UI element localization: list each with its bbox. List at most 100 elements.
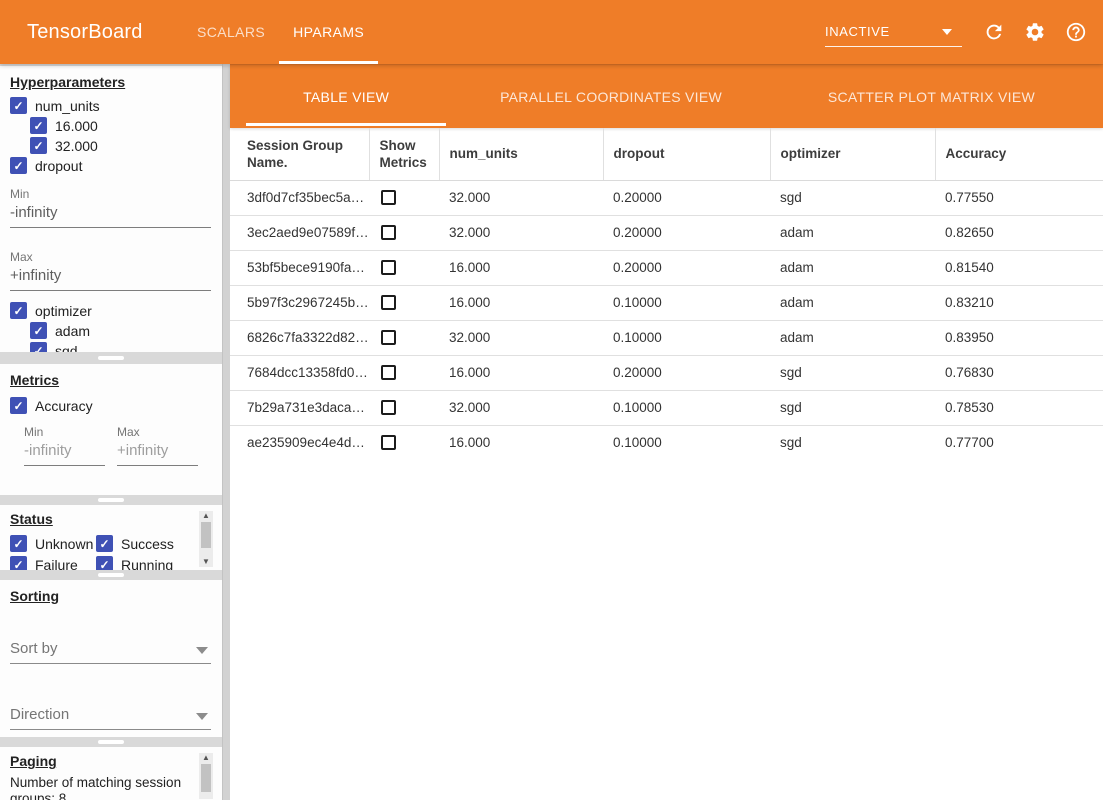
table-row: 7684dcc13358fd0… 16.000 0.20000 sgd 0.76… (230, 355, 1103, 390)
section-hyperparameters: Hyperparameters num_units 16.000 32.000 … (0, 66, 222, 352)
section-sorting: Sorting Sort by Direction (0, 580, 222, 737)
num-units-value: 16.000 (439, 285, 603, 320)
status-running-row: Running (96, 555, 212, 570)
metric-max-input[interactable] (117, 439, 198, 466)
table-row: 3ec2aed9e07589f… 32.000 0.20000 adam 0.8… (230, 215, 1103, 250)
direction-select[interactable]: Direction (10, 704, 211, 730)
tab-scalars[interactable]: SCALARS (183, 0, 279, 64)
sort-by-select[interactable]: Sort by (10, 638, 211, 664)
resize-handle[interactable] (98, 573, 124, 577)
status-options: Unknown Success Failure Running (10, 533, 212, 570)
section-paging: Paging Number of matching session groups… (0, 747, 222, 800)
hparam-optimizer-checkbox[interactable] (10, 302, 27, 319)
scroll-up-icon[interactable]: ▲ (199, 511, 213, 521)
hparam-num-units-checkbox[interactable] (10, 97, 27, 114)
status-scrollbar[interactable]: ▲ ▼ (199, 511, 213, 567)
direction-value: Direction (10, 706, 69, 723)
session-group-name: 53bf5bece9190fa… (230, 250, 369, 285)
status-failure-checkbox[interactable] (10, 556, 27, 570)
num-units-32-label: 32.000 (55, 138, 98, 154)
column-header-num-units[interactable]: num_units (439, 128, 603, 180)
show-metrics-checkbox[interactable] (381, 365, 396, 380)
column-header-accuracy[interactable]: Accuracy (935, 128, 1103, 180)
help-icon[interactable] (1065, 21, 1087, 43)
optimizer-value-row: sgd (30, 341, 212, 352)
dropout-min-input[interactable] (10, 201, 211, 228)
top-header: TensorBoard SCALARS HPARAMS INACTIVE (0, 0, 1103, 64)
gear-icon[interactable] (1024, 21, 1046, 43)
section-status: Status Unknown Success Failure Running ▲… (0, 505, 222, 570)
dropout-max-input[interactable] (10, 264, 211, 291)
dropout-value: 0.10000 (603, 390, 770, 425)
dropout-max-label: Max (10, 250, 211, 264)
optimizer-sgd-checkbox[interactable] (30, 342, 47, 352)
status-running-checkbox[interactable] (96, 556, 113, 570)
tab-hparams[interactable]: HPARAMS (279, 0, 378, 64)
table-row: 3df0d7cf35bec5a… 32.000 0.20000 sgd 0.77… (230, 180, 1103, 215)
scroll-up-icon[interactable]: ▲ (199, 753, 213, 763)
optimizer-value: adam (770, 285, 935, 320)
accuracy-value: 0.83950 (935, 320, 1103, 355)
num-units-32-checkbox[interactable] (30, 137, 47, 154)
optimizer-value: adam (770, 320, 935, 355)
num-units-value: 32.000 (439, 215, 603, 250)
tab-parallel-coordinates-view[interactable]: PARALLEL COORDINATES VIEW (462, 65, 760, 128)
main-nav-tabs: SCALARS HPARAMS (183, 0, 378, 64)
chevron-down-icon (196, 647, 208, 654)
table-row: 6826c7fa3322d82… 32.000 0.10000 adam 0.8… (230, 320, 1103, 355)
tab-scatter-plot-matrix-view[interactable]: SCATTER PLOT MATRIX VIEW (760, 65, 1103, 128)
metric-max-field: Max (117, 425, 198, 466)
accuracy-value: 0.77700 (935, 425, 1103, 460)
show-metrics-checkbox[interactable] (381, 330, 396, 345)
paging-title: Paging (10, 753, 212, 769)
section-metrics: Metrics Accuracy Min Max (0, 364, 222, 495)
paging-summary: Number of matching session groups: 8 (10, 775, 188, 800)
show-metrics-checkbox[interactable] (381, 260, 396, 275)
num-units-16-checkbox[interactable] (30, 117, 47, 134)
run-status-select[interactable]: INACTIVE (825, 17, 962, 47)
column-header-show-metrics[interactable]: Show Metrics (369, 128, 439, 180)
metric-accuracy-checkbox[interactable] (10, 397, 27, 414)
show-metrics-checkbox[interactable] (381, 400, 396, 415)
status-title: Status (10, 511, 212, 527)
dropout-value: 0.20000 (603, 215, 770, 250)
optimizer-value: sgd (770, 180, 935, 215)
tab-table-view[interactable]: TABLE VIEW (230, 65, 462, 128)
show-metrics-checkbox[interactable] (381, 190, 396, 205)
column-header-optimizer[interactable]: optimizer (770, 128, 935, 180)
status-unknown-label: Unknown (35, 536, 93, 552)
resize-handle[interactable] (98, 740, 124, 744)
sort-by-value: Sort by (10, 640, 58, 657)
main-content: TABLE VIEW PARALLEL COORDINATES VIEW SCA… (230, 64, 1103, 800)
metric-min-input[interactable] (24, 439, 105, 466)
hparam-dropout-checkbox[interactable] (10, 157, 27, 174)
column-header-session-group-name[interactable]: Session Group Name. (230, 128, 369, 180)
status-success-label: Success (121, 536, 174, 552)
scroll-down-icon[interactable]: ▼ (199, 557, 213, 567)
table-header: Session Group Name. Show Metrics num_uni… (230, 128, 1103, 180)
resize-handle[interactable] (98, 356, 124, 360)
optimizer-value: adam (770, 250, 935, 285)
status-unknown-checkbox[interactable] (10, 535, 27, 552)
session-groups-table: Session Group Name. Show Metrics num_uni… (230, 128, 1103, 460)
status-success-checkbox[interactable] (96, 535, 113, 552)
tensorboard-logo: TensorBoard (27, 21, 143, 44)
scrollbar-thumb[interactable] (201, 522, 211, 548)
resize-handle[interactable] (98, 498, 124, 502)
column-header-dropout[interactable]: dropout (603, 128, 770, 180)
scrollbar-thumb[interactable] (201, 764, 211, 792)
session-group-name: 7684dcc13358fd0… (230, 355, 369, 390)
show-metrics-checkbox[interactable] (381, 435, 396, 450)
optimizer-value: sgd (770, 425, 935, 460)
accuracy-value: 0.83210 (935, 285, 1103, 320)
refresh-icon[interactable] (983, 21, 1005, 43)
status-success-row: Success (96, 534, 212, 553)
sidebar-gutter (222, 64, 230, 800)
show-metrics-checkbox[interactable] (381, 225, 396, 240)
run-status-value: INACTIVE (825, 24, 890, 39)
paging-scrollbar[interactable]: ▲ (199, 753, 213, 799)
metric-accuracy-label: Accuracy (35, 398, 93, 414)
optimizer-adam-checkbox[interactable] (30, 322, 47, 339)
show-metrics-checkbox[interactable] (381, 295, 396, 310)
accuracy-value: 0.81540 (935, 250, 1103, 285)
